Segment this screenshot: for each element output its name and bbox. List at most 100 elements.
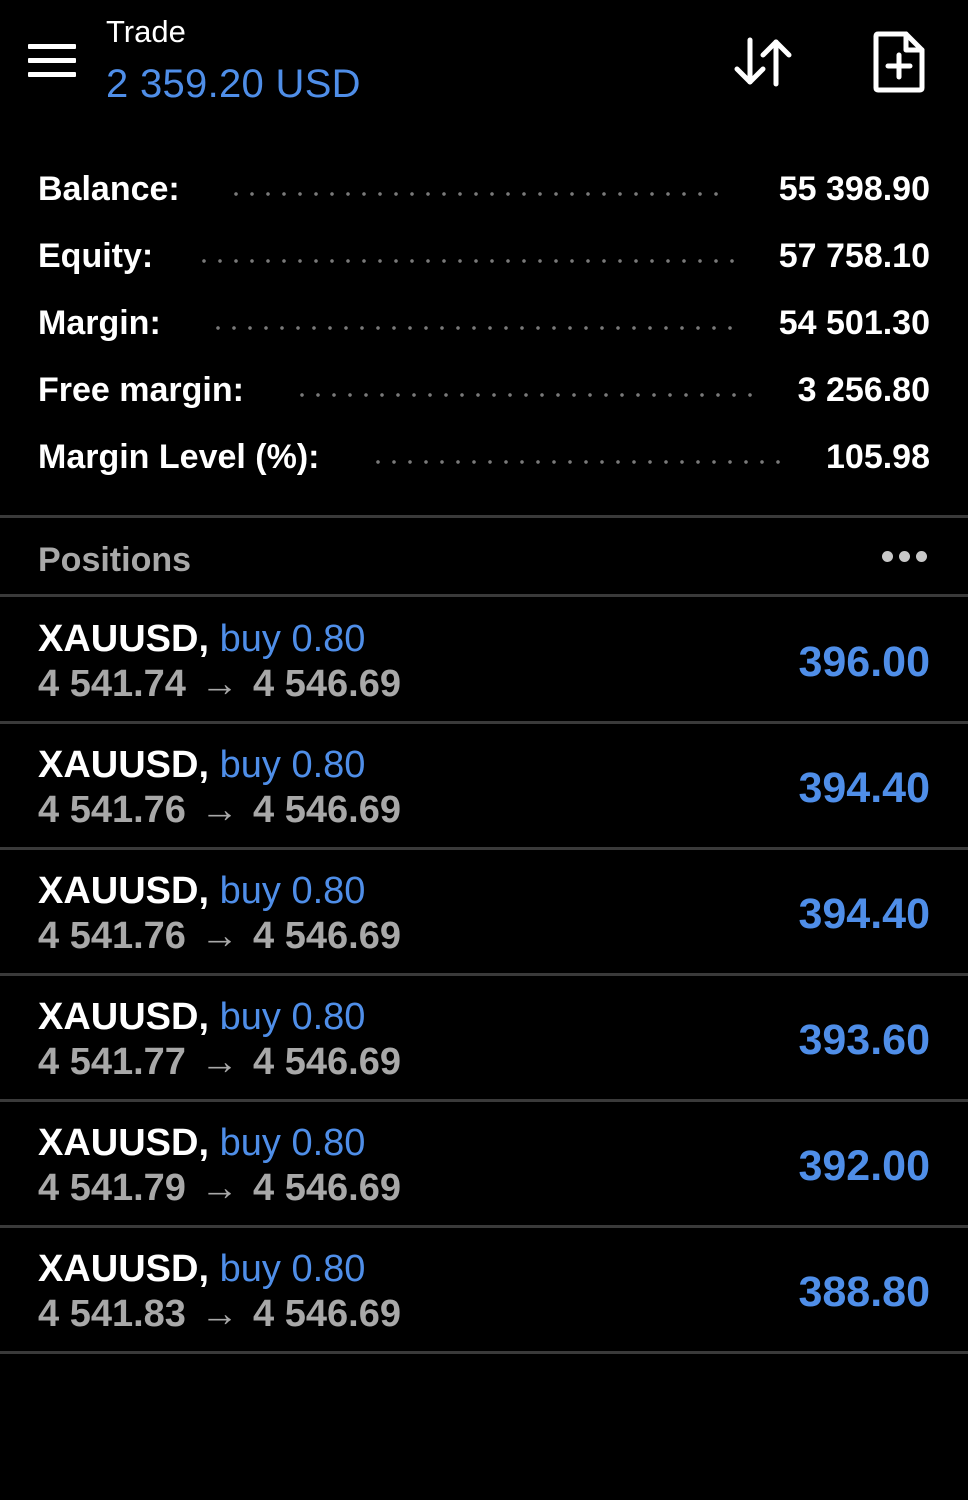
position-volume: 0.80: [291, 744, 366, 786]
arrow-right-icon: →: [200, 1167, 239, 1209]
position-title-line: XAUUSD, buy 0.80: [38, 618, 365, 661]
position-volume: 0.80: [291, 1122, 366, 1164]
position-row[interactable]: XAUUSD, buy 0.80 4 541.83 → 4 546.69 388…: [0, 1228, 968, 1354]
more-horizontal-icon-dot: [916, 551, 927, 562]
position-open-price: 4 541.76: [38, 915, 186, 957]
balance-value: 55 398.90: [778, 170, 930, 208]
position-volume: 0.80: [291, 618, 366, 660]
position-type: buy: [219, 870, 281, 912]
position-profit: 392.00: [798, 1142, 930, 1190]
position-price-line: 4 541.77 → 4 546.69: [38, 1041, 401, 1084]
hamburger-menu-icon-line: [28, 58, 76, 63]
position-symbol: XAUUSD,: [38, 870, 210, 912]
position-row[interactable]: XAUUSD, buy 0.80 4 541.76 → 4 546.69 394…: [0, 850, 968, 976]
positions-list: XAUUSD, buy 0.80 4 541.74 → 4 546.69 396…: [0, 598, 968, 1354]
margin-label: Margin:: [38, 304, 167, 343]
position-type: buy: [219, 1122, 281, 1164]
position-profit: 393.60: [798, 1016, 930, 1064]
position-symbol: XAUUSD,: [38, 1248, 210, 1290]
position-profit: 388.80: [798, 1268, 930, 1316]
position-title-line: XAUUSD, buy 0.80: [38, 1248, 365, 1291]
position-type: buy: [219, 1248, 281, 1290]
position-profit: 394.40: [798, 890, 930, 938]
section-divider: [0, 594, 968, 597]
dotted-leader: [228, 190, 728, 198]
summary-row-free-margin: Free margin: 3 256.80: [0, 361, 968, 428]
more-horizontal-icon: [882, 551, 893, 562]
equity-label: Equity:: [38, 237, 160, 276]
position-open-price: 4 541.76: [38, 789, 186, 831]
position-profit: 396.00: [798, 638, 930, 686]
balance-label: Balance:: [38, 170, 186, 209]
position-price-line: 4 541.76 → 4 546.69: [38, 915, 401, 958]
position-volume: 0.80: [291, 870, 366, 912]
dotted-leader: [294, 391, 752, 399]
margin-level-value: 105.98: [826, 438, 930, 476]
new-order-document-plus-icon: [873, 31, 925, 93]
positions-title: Positions: [38, 541, 192, 579]
hamburger-menu-icon: [28, 44, 76, 49]
summary-row-equity: Equity: 57 758.10: [0, 227, 968, 294]
margin-value: 54 501.30: [778, 304, 930, 342]
position-current-price: 4 546.69: [253, 1167, 401, 1209]
equity-value: 57 758.10: [778, 237, 930, 275]
position-symbol: XAUUSD,: [38, 744, 210, 786]
position-title-line: XAUUSD, buy 0.80: [38, 744, 365, 787]
position-open-price: 4 541.79: [38, 1167, 186, 1209]
position-row[interactable]: XAUUSD, buy 0.80 4 541.74 → 4 546.69 396…: [0, 598, 968, 724]
hamburger-menu-icon-line: [28, 72, 76, 77]
dotted-leader: [210, 324, 732, 332]
position-symbol: XAUUSD,: [38, 996, 210, 1038]
position-current-price: 4 546.69: [253, 1041, 401, 1083]
position-title-line: XAUUSD, buy 0.80: [38, 1122, 365, 1165]
position-title-line: XAUUSD, buy 0.80: [38, 870, 365, 913]
arrow-right-icon: →: [200, 1293, 239, 1335]
position-price-line: 4 541.76 → 4 546.69: [38, 789, 401, 832]
position-price-line: 4 541.74 → 4 546.69: [38, 663, 401, 706]
position-current-price: 4 546.69: [253, 915, 401, 957]
section-divider: [0, 515, 968, 518]
margin-level-label: Margin Level (%):: [38, 438, 326, 477]
account-summary: Balance: 55 398.90 Equity: 57 758.10 Mar…: [0, 160, 968, 495]
free-margin-label: Free margin:: [38, 371, 250, 410]
sort-arrows-icon: [734, 37, 792, 87]
position-current-price: 4 546.69: [253, 1293, 401, 1335]
summary-row-margin: Margin: 54 501.30: [0, 294, 968, 361]
position-type: buy: [219, 744, 281, 786]
summary-row-margin-level: Margin Level (%): 105.98: [0, 428, 968, 495]
free-margin-value: 3 256.80: [797, 371, 930, 409]
position-open-price: 4 541.83: [38, 1293, 186, 1335]
dotted-leader: [196, 257, 742, 265]
position-profit: 394.40: [798, 764, 930, 812]
position-open-price: 4 541.74: [38, 663, 186, 705]
arrow-right-icon: →: [200, 915, 239, 957]
position-type: buy: [219, 996, 281, 1038]
top-app-bar: Trade 2 359.20 USD: [0, 0, 968, 130]
menu-button[interactable]: [28, 44, 78, 80]
page-title: Trade: [106, 14, 186, 49]
position-symbol: XAUUSD,: [38, 1122, 210, 1164]
position-current-price: 4 546.69: [253, 789, 401, 831]
summary-row-balance: Balance: 55 398.90: [0, 160, 968, 227]
total-profit: 2 359.20 USD: [106, 62, 361, 106]
more-horizontal-icon-dot: [899, 551, 910, 562]
positions-more-button[interactable]: [878, 543, 934, 573]
position-volume: 0.80: [291, 996, 366, 1038]
position-row[interactable]: XAUUSD, buy 0.80 4 541.77 → 4 546.69 393…: [0, 976, 968, 1102]
positions-header: Positions: [0, 519, 968, 595]
position-current-price: 4 546.69: [253, 663, 401, 705]
position-type: buy: [219, 618, 281, 660]
position-volume: 0.80: [291, 1248, 366, 1290]
position-open-price: 4 541.77: [38, 1041, 186, 1083]
arrow-right-icon: →: [200, 789, 239, 831]
position-price-line: 4 541.83 → 4 546.69: [38, 1293, 401, 1336]
sort-button[interactable]: [732, 34, 796, 92]
position-row[interactable]: XAUUSD, buy 0.80 4 541.76 → 4 546.69 394…: [0, 724, 968, 850]
dotted-leader: [370, 458, 790, 466]
trade-screen: Trade 2 359.20 USD Balance: 55 398.90 Eq…: [0, 0, 968, 1500]
new-order-button[interactable]: [870, 30, 928, 94]
arrow-right-icon: →: [200, 663, 239, 705]
position-price-line: 4 541.79 → 4 546.69: [38, 1167, 401, 1210]
position-title-line: XAUUSD, buy 0.80: [38, 996, 365, 1039]
position-row[interactable]: XAUUSD, buy 0.80 4 541.79 → 4 546.69 392…: [0, 1102, 968, 1228]
